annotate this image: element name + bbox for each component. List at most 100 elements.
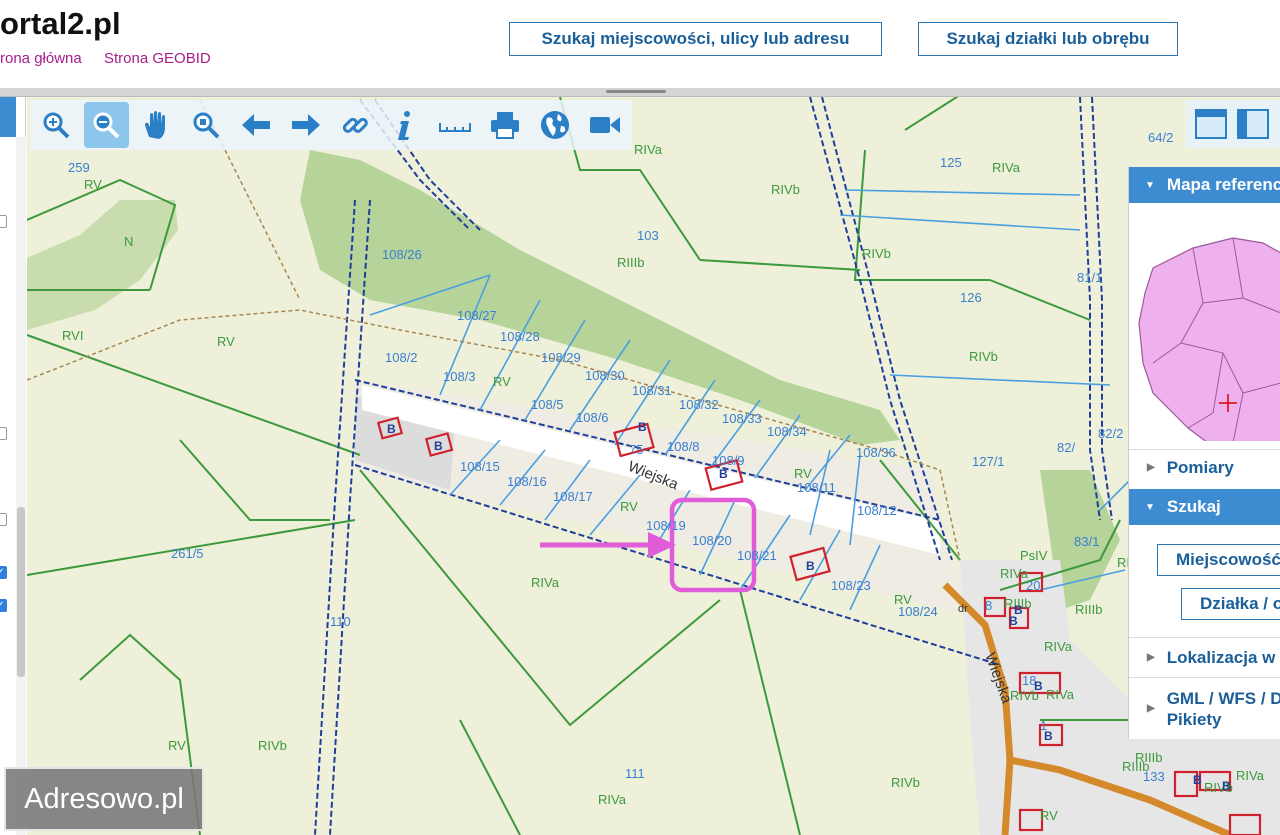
parcel-label: 82/2 (1098, 426, 1123, 441)
arrow-right-icon (291, 114, 320, 136)
search-parcel-button[interactable]: Szukaj działki lub obrębu (918, 22, 1178, 56)
land-class-label: RIVa (1046, 687, 1075, 702)
parcel-label: 108/27 (457, 308, 497, 323)
parcel-label: 108/20 (692, 533, 732, 548)
parcel-label: 82/ (1057, 440, 1075, 455)
zoom-extent-icon (193, 112, 220, 139)
pomiary-section[interactable]: ▶ Pomiary (1129, 449, 1280, 485)
single-view-button[interactable] (1190, 103, 1232, 145)
parcel-label: 108/31 (632, 383, 672, 398)
building-label: B (806, 559, 815, 573)
parcel-label: 8 (985, 598, 992, 613)
expand-triangle-icon: ▶ (1147, 703, 1155, 714)
parcel-label: 108/29 (541, 350, 581, 365)
parcel-label: 108/32 (679, 397, 719, 412)
left-panel: ✓ ✓ (0, 97, 26, 835)
search-parcel-panel-button[interactable]: Działka / obręb (1181, 588, 1280, 620)
land-class-label: RIIIb (617, 255, 644, 270)
parcel-label: 81/1 (1077, 270, 1102, 285)
zoom-in-tool[interactable] (34, 102, 79, 148)
info-icon (398, 111, 411, 140)
collapse-triangle-icon: ▼ (1145, 501, 1155, 513)
layer-checkbox[interactable] (0, 215, 7, 228)
parcel-label: 259 (68, 160, 90, 175)
expand-triangle-icon: ▶ (1147, 462, 1155, 473)
pan-tool[interactable] (134, 102, 179, 148)
reference-map[interactable] (1133, 203, 1280, 474)
land-class-label: RIVb (969, 349, 998, 364)
building-label: B (1009, 614, 1018, 628)
land-class-label: RIVa (1000, 566, 1029, 581)
land-class-label: RV (168, 738, 186, 753)
parcel-label: 125 (940, 155, 962, 170)
map-canvas[interactable]: 259 103 125 64/2 126 81/1 82/2 127/1 82/83/1 108/… (27, 97, 1280, 835)
print-tool[interactable] (482, 102, 527, 148)
left-panel-scrollbar[interactable] (16, 137, 26, 835)
land-class-label: RIIIb (1075, 602, 1102, 617)
gml-section[interactable]: ▶ GML / WFS / D Pikiety (1129, 677, 1280, 739)
land-class-label: RIVa (531, 575, 560, 590)
home-link[interactable]: rona główna (0, 50, 82, 67)
link-tool[interactable] (333, 102, 378, 148)
land-class-label: RIVb (258, 738, 287, 753)
parcel-label: 108/28 (500, 329, 540, 344)
arrow-left-icon (241, 114, 270, 136)
split-view-button[interactable] (1232, 103, 1274, 145)
info-tool[interactable] (383, 102, 428, 148)
zoom-out-tool[interactable] (83, 102, 129, 148)
parcel-label: 108/36 (856, 445, 896, 460)
left-panel-header[interactable] (0, 97, 16, 137)
lokalizacja-section[interactable]: ▶ Lokalizacja w (1129, 637, 1280, 677)
land-class-label: RV (493, 374, 511, 389)
land-class-label: RIVb (891, 775, 920, 790)
parcel-label: 108/11 (797, 480, 836, 495)
zoom-out-icon (93, 112, 120, 139)
parcel-label: 111 (625, 766, 645, 781)
globe-tool[interactable] (532, 102, 577, 148)
gml-label-line: GML / WFS / D (1166, 688, 1280, 708)
layer-checkbox-checked[interactable]: ✓ (0, 599, 7, 612)
reference-map-title: Mapa referencyjna (1166, 175, 1280, 194)
land-class-label: RV (1040, 808, 1058, 823)
parcel-label: 261/5 (171, 546, 204, 561)
parcel-label: 75 (629, 442, 643, 457)
parcel-label: 103 (637, 228, 659, 243)
building-label: B (719, 467, 728, 481)
layer-checkbox[interactable] (0, 513, 7, 526)
measure-tool[interactable] (433, 102, 478, 148)
land-class-label: RV (794, 466, 812, 481)
search-address-button[interactable]: Szukaj miejscowości, ulicy lub adresu (509, 22, 882, 56)
parcel-label: 108/15 (460, 459, 500, 474)
land-class-label: RIVb (862, 246, 891, 261)
land-class-label: RIVa (598, 792, 627, 807)
header-splitter[interactable] (0, 88, 1280, 97)
parcel-label: 83/1 (1074, 534, 1099, 549)
parcel-label: 108/6 (576, 410, 609, 425)
parcel-label: 108/9 (712, 453, 745, 468)
lokalizacja-label: Lokalizacja w (1166, 647, 1276, 667)
video-tool[interactable] (582, 102, 627, 148)
land-class-label: RV (84, 177, 102, 192)
land-class-label: RV (894, 592, 912, 607)
building-label: B (434, 439, 443, 453)
building-label: B (1044, 729, 1053, 743)
search-locality-button[interactable]: Miejscowość (1157, 544, 1280, 576)
expand-triangle-icon: ▶ (1147, 652, 1155, 663)
geobid-link[interactable]: Strona GEOBID (104, 50, 211, 67)
next-extent-tool[interactable] (283, 102, 328, 148)
land-class-label: RIIIb (1135, 750, 1162, 765)
window-split-icon (1237, 109, 1269, 139)
previous-extent-tool[interactable] (233, 102, 278, 148)
parcel-label: 108/5 (531, 397, 564, 412)
site-logo[interactable]: ortal2.pl (0, 6, 121, 42)
splitter-grip[interactable] (606, 90, 666, 93)
left-panel-scroll-thumb[interactable] (17, 507, 25, 677)
layer-checkbox[interactable] (0, 427, 7, 440)
zoom-extent-tool[interactable] (183, 102, 228, 148)
globe-icon (540, 111, 569, 139)
szukaj-header[interactable]: ▼ Szukaj (1129, 489, 1280, 525)
layer-checkbox-checked[interactable]: ✓ (0, 566, 7, 579)
reference-map-header[interactable]: ▼ Mapa referencyjna (1129, 167, 1280, 203)
parcel-label: 108/8 (667, 439, 700, 454)
watermark: Adresowo.pl (4, 767, 204, 831)
